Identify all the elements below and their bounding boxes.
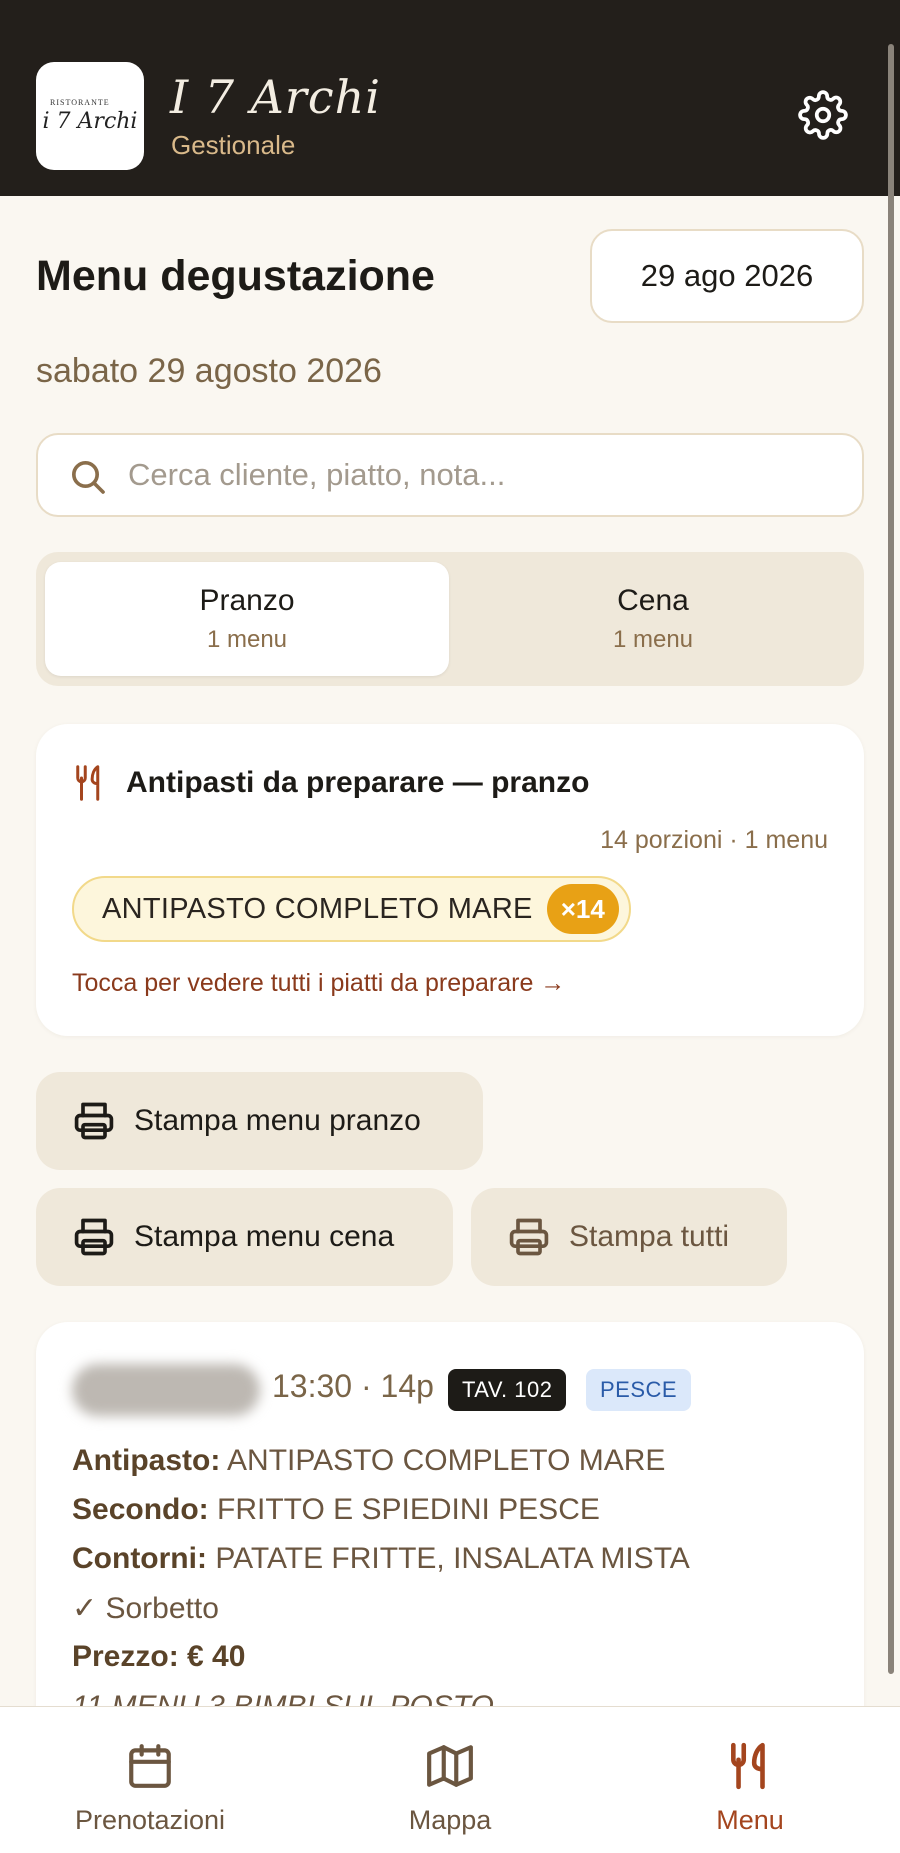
price-label: Prezzo:: [72, 1640, 179, 1673]
antipasti-title: Antipasti da preparare — pranzo: [126, 766, 590, 799]
print-dinner-menu-button[interactable]: Stampa menu cena: [36, 1188, 453, 1286]
customer-name-redacted: [72, 1364, 260, 1416]
search-box[interactable]: [36, 433, 864, 517]
scrollbar[interactable]: [888, 44, 894, 1674]
dish-chip-count: ×14: [546, 884, 619, 934]
menu-type-badge: PESCE: [586, 1369, 692, 1411]
printer-icon: [509, 1218, 549, 1256]
print-all-button[interactable]: Stampa tutti: [471, 1188, 787, 1286]
page-title: Menu degustazione: [36, 252, 435, 300]
dish-chip-label: ANTIPASTO COMPLETO MARE: [102, 892, 533, 925]
tab-count: 1 menu: [206, 626, 288, 653]
reservation-card[interactable]: 13:30 · 14p TAV. 102 PESCE Antipasto: AN…: [36, 1322, 864, 1742]
secondo-value: FRITTO E SPIEDINI PESCE: [217, 1493, 600, 1526]
antipasti-meta: 14 porzioni · 1 menu: [600, 826, 828, 854]
nav-label: Menu: [716, 1805, 784, 1835]
reservation-time-guests: 13:30 · 14p: [272, 1368, 434, 1404]
contorni-value: PATATE FRITTE, INSALATA MISTA: [215, 1542, 690, 1575]
print-dinner-menu-label: Stampa menu cena: [134, 1220, 395, 1253]
date-picker-button[interactable]: 29 ago 2026: [590, 229, 864, 323]
service-tabs: Pranzo 1 menu Cena 1 menu: [36, 552, 864, 686]
tab-count: 1 menu: [612, 626, 694, 653]
page-date: sabato 29 agosto 2026: [36, 352, 382, 390]
price-line: Prezzo: € 40: [72, 1640, 245, 1674]
tab-pranzo[interactable]: Pranzo 1 menu: [45, 562, 449, 676]
printer-icon: [74, 1102, 114, 1140]
print-lunch-menu-label: Stampa menu pranzo: [134, 1104, 421, 1137]
tab-label: Cena: [617, 584, 689, 617]
nav-label: Prenotazioni: [74, 1805, 226, 1835]
logo-text: i 7 Archi: [42, 109, 138, 134]
restaurant-logo: RISTORANTE i 7 Archi: [36, 62, 144, 170]
nav-label: Mappa: [408, 1805, 492, 1835]
search-input[interactable]: [128, 449, 828, 501]
nav-prenotazioni[interactable]: Prenotazioni: [0, 1707, 300, 1853]
antipasto-label: Antipasto:: [72, 1444, 221, 1477]
tab-label: Pranzo: [199, 584, 295, 617]
price-value: € 40: [187, 1640, 246, 1673]
bottom-navigation: Prenotazioni Mappa Menu: [0, 1706, 900, 1853]
fork-knife-icon: [731, 1742, 765, 1790]
antipasti-card[interactable]: Antipasti da preparare — pranzo 14 porzi…: [36, 724, 864, 1036]
tab-cena[interactable]: Cena 1 menu: [451, 562, 855, 676]
search-icon: [72, 461, 105, 494]
contorni-label: Contorni:: [72, 1542, 207, 1575]
fork-knife-icon: [76, 765, 100, 801]
calendar-icon: [129, 1744, 171, 1788]
print-all-label: Stampa tutti: [569, 1220, 730, 1253]
secondo-line: Secondo: FRITTO E SPIEDINI PESCE: [72, 1493, 600, 1527]
app-subtitle: Gestionale: [171, 130, 296, 160]
view-all-dishes-link[interactable]: Tocca per vedere tutti i piatti da prepa…: [72, 969, 565, 998]
secondo-label: Secondo:: [72, 1493, 209, 1526]
map-icon: [427, 1745, 473, 1787]
app-title: I 7 Archi: [170, 70, 381, 124]
gear-icon[interactable]: [798, 90, 848, 140]
nav-menu[interactable]: Menu: [600, 1707, 900, 1853]
table-badge: TAV. 102: [448, 1369, 567, 1411]
printer-icon: [74, 1218, 114, 1256]
contorni-line: Contorni: PATATE FRITTE, INSALATA MISTA: [72, 1542, 690, 1576]
print-lunch-menu-button[interactable]: Stampa menu pranzo: [36, 1072, 483, 1170]
antipasto-line: Antipasto: ANTIPASTO COMPLETO MARE: [72, 1444, 665, 1478]
app-header: RISTORANTE i 7 Archi I 7 Archi Gestional…: [0, 0, 900, 196]
antipasto-value: ANTIPASTO COMPLETO MARE: [227, 1444, 666, 1477]
nav-mappa[interactable]: Mappa: [300, 1707, 600, 1853]
logo-small-text: RISTORANTE: [50, 98, 110, 107]
dish-chip[interactable]: ANTIPASTO COMPLETO MARE ×14: [72, 876, 631, 942]
sorbetto-line: ✓ Sorbetto: [72, 1592, 219, 1625]
